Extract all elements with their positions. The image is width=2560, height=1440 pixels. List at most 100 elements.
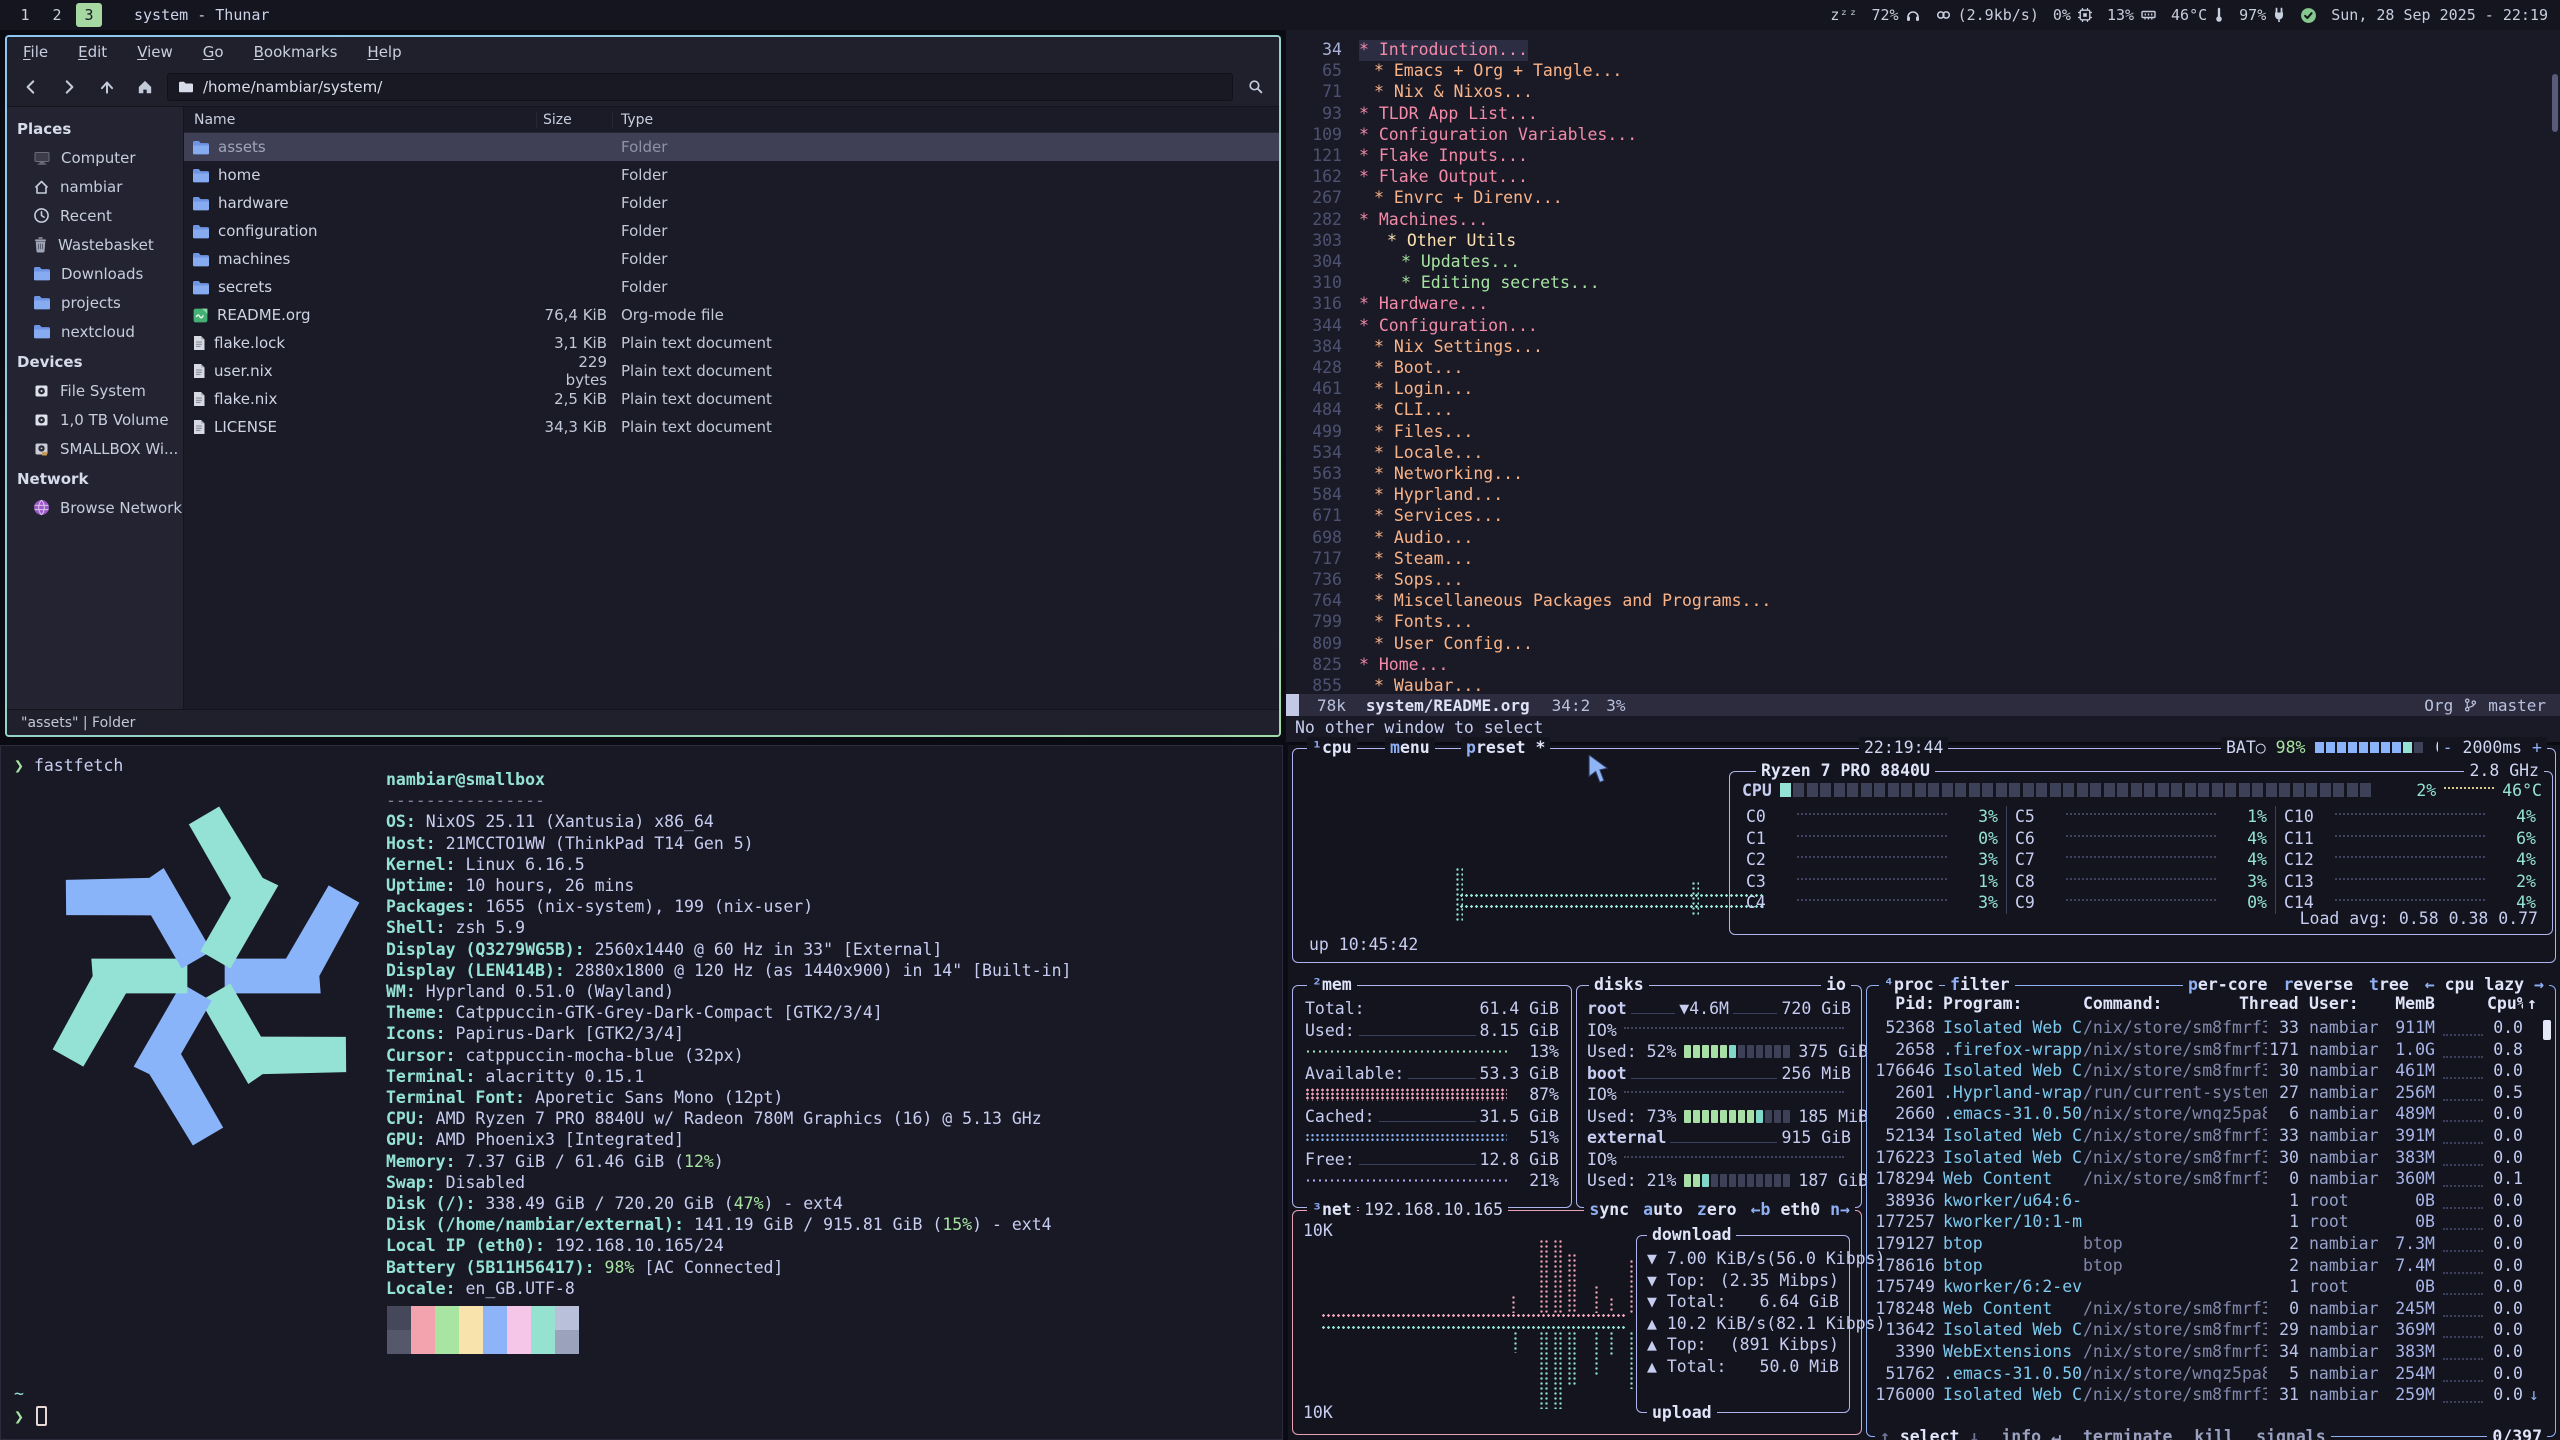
shell-prompt[interactable]: ❯ xyxy=(14,1406,47,1426)
proc-col-cpu[interactable]: Cpu% xyxy=(2487,994,2523,1013)
proc-option-per-core[interactable]: per-core xyxy=(2188,974,2267,996)
btop-window[interactable]: ¹cpu menu preset * 22:19:44 BAT○ 98% 0.0… xyxy=(1288,745,2560,1440)
preset-button[interactable]: preset * xyxy=(1461,737,1550,759)
proc-col-threads[interactable]: Threads: xyxy=(2239,994,2299,1013)
column-type[interactable]: Type xyxy=(613,112,1279,128)
proc-row[interactable]: 3390WebExtensions/nix/store/sm8fmrf3wps4… xyxy=(1867,1342,2555,1363)
proc-row[interactable]: 52368Isolated Web Co/nix/store/sm8fmrf3w… xyxy=(1867,1018,2555,1039)
sidebar-item-wastebasket[interactable]: Wastebasket xyxy=(7,230,183,259)
column-name[interactable]: Name xyxy=(184,112,537,128)
workspace-button-1[interactable]: 1 xyxy=(12,3,38,27)
tray-temperature[interactable]: 46°C xyxy=(2171,6,2225,24)
proc-row[interactable]: 38936kworker/u64:6-kc1root0B0.0 xyxy=(1867,1191,2555,1212)
file-row[interactable]: hardwareFolder xyxy=(184,189,1279,217)
proc-sort[interactable]: ← cpu lazy → xyxy=(2425,974,2544,996)
file-row[interactable]: flake.nix2,5 KiBPlain text document xyxy=(184,385,1279,413)
footer-info[interactable]: info ↵ xyxy=(2001,1426,2061,1440)
sidebar-item-computer[interactable]: Computer xyxy=(7,143,183,172)
net-control-auto[interactable]: auto xyxy=(1643,1199,1683,1221)
tray-battery[interactable]: 97% xyxy=(2239,6,2286,24)
sidebar-item-nambiar[interactable]: nambiar xyxy=(7,172,183,201)
proc-row[interactable]: 176646Isolated Web Co/nix/store/sm8fmrf3… xyxy=(1867,1061,2555,1082)
proc-row[interactable]: 179127btopbtop2nambiar7.3M0.0 xyxy=(1867,1234,2555,1255)
up-button[interactable] xyxy=(91,73,123,101)
proc-row[interactable]: 178294Web Content/nix/store/sm8fmrf3wps4… xyxy=(1867,1169,2555,1190)
sidebar-item-file-system[interactable]: File System xyxy=(7,376,183,405)
sidebar-item-nextcloud[interactable]: nextcloud xyxy=(7,317,183,346)
proc-option-tree[interactable]: tree xyxy=(2369,974,2409,996)
tab-net[interactable]: ³net xyxy=(1307,1199,1357,1221)
proc-row[interactable]: 2660.emacs-31.0.50-/nix/store/wnqz5pa8ra… xyxy=(1867,1104,2555,1125)
column-size[interactable]: Size xyxy=(537,112,613,128)
net-control-sync[interactable]: sync xyxy=(1589,1199,1629,1221)
sidebar-item-1-0-tb-volume[interactable]: 1,0 TB Volume xyxy=(7,405,183,434)
file-row[interactable]: homeFolder xyxy=(184,161,1279,189)
tray-status-ok[interactable] xyxy=(2300,7,2317,24)
sidebar-item-recent[interactable]: Recent xyxy=(7,201,183,230)
file-row[interactable]: assetsFolder xyxy=(184,133,1279,161)
proc-row[interactable]: 178616btopbtop2nambiar7.4M0.0 xyxy=(1867,1256,2555,1277)
workspace-button-2[interactable]: 2 xyxy=(44,3,70,27)
path-bar[interactable]: /home/nambiar/system/ xyxy=(167,73,1233,101)
tray-memory[interactable]: 13% xyxy=(2107,6,2157,24)
file-row[interactable]: README.org76,4 KiBOrg-mode file xyxy=(184,301,1279,329)
file-row[interactable]: LICENSE34,3 KiBPlain text document xyxy=(184,413,1279,441)
file-row[interactable]: secretsFolder xyxy=(184,273,1279,301)
workspace-button-3[interactable]: 3 xyxy=(76,3,102,27)
file-row[interactable]: user.nix229 bytesPlain text document xyxy=(184,357,1279,385)
tray-volume[interactable]: 72% xyxy=(1872,6,1921,24)
proc-col-memb[interactable]: MemB xyxy=(2383,994,2435,1013)
proc-row[interactable]: 178248Web Content/nix/store/sm8fmrf3wps4… xyxy=(1867,1299,2555,1320)
footer-signals[interactable]: signals xyxy=(2256,1426,2326,1440)
tab-mem[interactable]: ²mem xyxy=(1307,974,1357,996)
proc-row[interactable]: 2658.firefox-wrappe/nix/store/sm8fmrf3wp… xyxy=(1867,1040,2555,1061)
proc-col-user[interactable]: User: xyxy=(2309,994,2389,1013)
sidebar-item-projects[interactable]: projects xyxy=(7,288,183,317)
proc-row[interactable]: 175749kworker/6:2-even1root0B0.0 xyxy=(1867,1277,2555,1298)
emacs-window[interactable]: 34* Introduction...65* Emacs + Org + Tan… xyxy=(1286,30,2560,742)
proc-row[interactable]: 176223Isolated Web Co/nix/store/sm8fmrf3… xyxy=(1867,1148,2555,1169)
footer-kill[interactable]: kill xyxy=(2194,1426,2234,1440)
footer-select[interactable]: ↑ select ↓ xyxy=(1880,1426,1979,1440)
net-control-zero[interactable]: zero xyxy=(1697,1199,1737,1221)
menu-go[interactable]: Go xyxy=(203,43,224,61)
proc-row[interactable]: 13642Isolated Web Co/nix/store/sm8fmrf3w… xyxy=(1867,1320,2555,1341)
sidebar-item-downloads[interactable]: Downloads xyxy=(7,259,183,288)
net-interface-switcher[interactable]: ←b eth0 n→ xyxy=(1751,1199,1850,1221)
tray-idle-inhibitor[interactable]: zᶻᶻ xyxy=(1830,6,1857,24)
proc-col-program[interactable]: Program: xyxy=(1943,994,2083,1013)
back-button[interactable] xyxy=(15,73,47,101)
search-button[interactable] xyxy=(1239,73,1271,101)
list-header[interactable]: Name Size Type xyxy=(184,107,1279,133)
proc-row[interactable]: 52134Isolated Web Co/nix/store/sm8fmrf3w… xyxy=(1867,1126,2555,1147)
sidebar-item-browse-network[interactable]: Browse Network xyxy=(7,493,183,522)
proc-col-pid[interactable]: Pid: xyxy=(1871,994,1935,1013)
menu-help[interactable]: Help xyxy=(367,43,401,61)
proc-row[interactable]: 2601.Hyprland-wrapp/run/current-system/s… xyxy=(1867,1083,2555,1104)
footer-terminate[interactable]: terminate xyxy=(2083,1426,2172,1440)
sidebar-item-smallbox-wi-[interactable]: SMALLBOX Wi... xyxy=(7,434,183,463)
tray-clock[interactable]: Sun, 28 Sep 2025 - 22:19 xyxy=(2331,6,2548,24)
file-row[interactable]: flake.lock3,1 KiBPlain text document xyxy=(184,329,1279,357)
proc-scrollbar[interactable] xyxy=(2543,1020,2551,1040)
update-interval[interactable]: - 2000ms + xyxy=(2438,737,2547,759)
terminal-window[interactable]: ❯ fastfetch nambiar@smallbox------------… xyxy=(0,745,1283,1440)
proc-row[interactable]: 51762.emacs-31.0.50-/nix/store/wnqz5pa8r… xyxy=(1867,1364,2555,1385)
menu-bookmarks[interactable]: Bookmarks xyxy=(254,43,338,61)
file-row[interactable]: machinesFolder xyxy=(184,245,1279,273)
proc-header[interactable]: Pid:Program:Command:Threads:User:MemBCpu… xyxy=(1867,994,2555,1015)
menu-file[interactable]: File xyxy=(23,43,48,61)
tab-cpu[interactable]: ¹cpu xyxy=(1307,737,1357,759)
tab-proc[interactable]: ⁴proc xyxy=(1879,974,1939,996)
home-button[interactable] xyxy=(129,73,161,101)
menu-button[interactable]: menu xyxy=(1385,737,1435,759)
proc-row[interactable]: 177257kworker/10:1-mm_1root0B0.0 xyxy=(1867,1212,2555,1233)
menu-view[interactable]: View xyxy=(137,43,173,61)
emacs-scrollbar[interactable] xyxy=(2552,74,2558,132)
tray-network-traffic[interactable]: (2.9kb/s) xyxy=(1935,6,2039,24)
file-row[interactable]: configurationFolder xyxy=(184,217,1279,245)
proc-option-reverse[interactable]: reverse xyxy=(2283,974,2353,996)
tray-gpu[interactable]: 0% xyxy=(2053,6,2093,24)
filter-button[interactable]: filter xyxy=(1945,974,2015,996)
proc-row[interactable]: 176000Isolated Web Co/nix/store/sm8fmrf3… xyxy=(1867,1385,2555,1406)
